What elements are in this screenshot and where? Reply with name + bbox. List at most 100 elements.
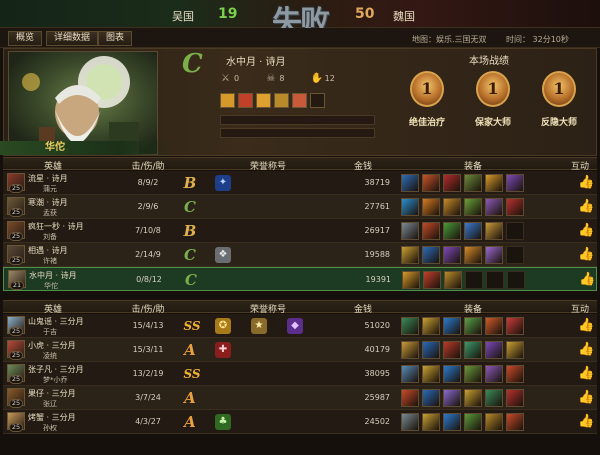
equipment-slot[interactable] [443,413,461,431]
equipment-slot[interactable] [464,246,482,264]
equipment-slot[interactable] [485,413,503,431]
equipment-slot[interactable] [464,174,482,192]
equipment-slot[interactable] [506,389,524,407]
level-badge: 25 [9,256,23,265]
equipment-slot[interactable] [443,341,461,359]
tab-charts[interactable]: 图表 [98,31,133,46]
equipment-slot[interactable] [401,413,419,431]
equipment-slot[interactable] [401,246,419,264]
equipment-slot[interactable] [422,198,440,216]
equipment-slot[interactable] [464,341,482,359]
equipment-slot[interactable] [401,365,419,383]
tab-overview[interactable]: 概览 [8,31,43,46]
honor-purple-icon[interactable]: ◆ [287,318,303,334]
honor-silver-icon[interactable]: ❖ [215,247,231,263]
equipment-slot-empty [310,93,325,108]
equipment-slot[interactable] [443,317,461,335]
like-button-icon[interactable]: 👍 [578,414,594,430]
like-button-icon[interactable]: 👍 [578,199,594,215]
kda-value: 0/8/12 [136,275,162,284]
equipment-slot[interactable] [444,271,462,289]
equipment-slot[interactable] [464,389,482,407]
honor-green-icon[interactable]: ♣ [215,414,231,430]
equipment-slot[interactable] [422,389,440,407]
hero-grade-badge: C [182,49,203,79]
equipment-slot[interactable] [401,389,419,407]
equipment-slot[interactable] [422,222,440,240]
equipment-slot[interactable] [464,222,482,240]
equipment-slot[interactable] [401,198,419,216]
equipment-slot[interactable] [485,246,503,264]
equipment-slot[interactable] [485,317,503,335]
swords-icon: ⚔ [221,72,230,84]
like-button-icon[interactable]: 👍 [578,318,594,334]
grade-badge: C [184,198,196,216]
equipment-slot[interactable] [485,174,503,192]
equipment-slot[interactable] [402,271,420,289]
like-button-icon[interactable]: 👍 [578,223,594,239]
equipment-slot[interactable] [422,317,440,335]
like-button-icon[interactable]: 👍 [578,342,594,358]
equipment-slot[interactable] [506,413,524,431]
like-button-icon[interactable]: 👍 [578,390,594,406]
honor-gold-icon[interactable]: ✪ [215,318,231,334]
gold-value: 25987 [364,393,390,402]
player-name: 流星 · 诗月 [28,174,68,183]
equipment-slot[interactable] [422,413,440,431]
like-button-icon[interactable]: 👍 [578,175,594,191]
like-button-icon[interactable]: 👍 [579,272,595,288]
equipment-slot[interactable] [485,341,503,359]
equipment-slot[interactable] [443,174,461,192]
medal-icon: 1 [476,71,510,107]
honor-blue-icon[interactable]: ✦ [215,175,231,191]
equipment-slot[interactable] [506,317,524,335]
equipment-slot[interactable] [401,341,419,359]
equipment-slot[interactable] [443,365,461,383]
hero-name: 刘备 [43,233,57,241]
equipment-slot[interactable] [422,365,440,383]
honor-star-icon[interactable]: ★ [251,318,267,334]
equipment-list [401,389,524,407]
equipment-slot[interactable] [256,93,271,108]
equipment-slot[interactable] [464,317,482,335]
equipment-slot[interactable] [443,222,461,240]
equipment-slot[interactable] [422,341,440,359]
equipment-slot[interactable] [443,198,461,216]
equipment-slot[interactable] [443,246,461,264]
equipment-slot[interactable] [506,365,524,383]
equipment-slot[interactable] [464,365,482,383]
score-bar: 吴国 19 失败 50 魏国 [0,0,600,40]
equipment-slot[interactable] [401,174,419,192]
equipment-slot[interactable] [401,222,419,240]
equipment-slot[interactable] [464,198,482,216]
gold-value: 38095 [364,369,390,378]
hero-name: 华佗 [44,282,58,290]
grade-badge: A [184,389,196,407]
equipment-slot[interactable] [506,174,524,192]
grade-badge: SS [183,367,201,381]
tab-detail-data[interactable]: 详细数据 [46,31,99,46]
like-button-icon[interactable]: 👍 [578,366,594,382]
equipment-slot[interactable] [220,93,235,108]
equipment-slot[interactable] [423,271,441,289]
player-name: 烤蟹 · 三分月 [28,413,76,422]
equipment-slot[interactable] [464,413,482,431]
equipment-slot[interactable] [485,222,503,240]
equipment-slot[interactable] [274,93,289,108]
match-result-title: 失败 [272,5,330,40]
equipment-slot[interactable] [422,246,440,264]
equipment-slot[interactable] [506,198,524,216]
equipment-slot[interactable] [485,198,503,216]
equipment-slot[interactable] [401,317,419,335]
equipment-slot[interactable] [238,93,253,108]
equipment-slot[interactable] [485,365,503,383]
equipment-slot[interactable] [485,389,503,407]
equipment-list [401,413,524,431]
achievements-title: 本场战绩 [469,56,509,67]
equipment-slot[interactable] [292,93,307,108]
equipment-slot[interactable] [443,389,461,407]
equipment-slot[interactable] [422,174,440,192]
like-button-icon[interactable]: 👍 [578,247,594,263]
honor-red-icon[interactable]: ✚ [215,342,231,358]
equipment-slot[interactable] [506,341,524,359]
